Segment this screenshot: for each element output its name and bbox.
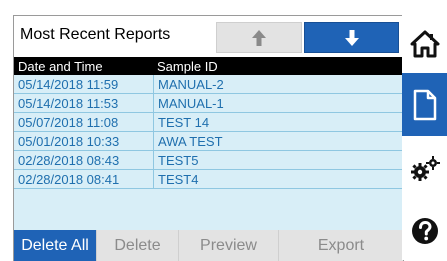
row-date: 05/01/2018 10:33: [18, 134, 120, 149]
row-sample-id: MANUAL-1: [158, 96, 224, 111]
export-button[interactable]: Export: [278, 230, 403, 261]
row-date: 02/28/2018 08:41: [18, 172, 120, 187]
sidebar-item-home[interactable]: [402, 15, 447, 73]
help-icon: [411, 217, 438, 244]
column-header-sample-id: Sample ID: [157, 59, 218, 74]
reports-table: 05/14/2018 11:59 MANUAL-2 05/14/2018 11:…: [14, 75, 403, 189]
arrow-down-icon: [344, 29, 359, 46]
column-header-date: Date and Time: [18, 59, 103, 74]
table-row[interactable]: 02/28/2018 08:43 TEST5: [14, 151, 403, 170]
action-bar: Delete All Delete Preview Export: [14, 230, 403, 261]
delete-all-button[interactable]: Delete All: [14, 230, 96, 261]
row-date: 05/07/2018 11:08: [18, 115, 119, 130]
page-title: Most Recent Reports: [20, 26, 171, 43]
preview-button[interactable]: Preview: [178, 230, 278, 261]
sidebar-item-settings[interactable]: [402, 136, 447, 201]
table-header: Date and Time Sample ID: [14, 57, 403, 75]
table-row[interactable]: 05/14/2018 11:53 MANUAL-1: [14, 94, 403, 113]
table-row[interactable]: 05/14/2018 11:59 MANUAL-2: [14, 75, 403, 94]
sidebar-item-help[interactable]: [402, 201, 447, 260]
gears-icon: [410, 155, 440, 181]
row-sample-id: AWA TEST: [158, 134, 223, 149]
scroll-down-button[interactable]: [304, 22, 399, 53]
column-divider: [153, 94, 154, 113]
document-icon: [413, 89, 436, 120]
sidebar: [402, 15, 447, 260]
column-divider: [153, 75, 154, 94]
table-row[interactable]: 05/07/2018 11:08 TEST 14: [14, 113, 403, 132]
table-empty-area: [14, 189, 403, 230]
column-divider: [153, 113, 154, 132]
row-sample-id: TEST 14: [158, 115, 210, 130]
row-sample-id: TEST4: [158, 172, 199, 187]
app-frame: Most Recent Reports Date and Time Sample…: [0, 0, 447, 261]
column-divider: [153, 151, 154, 170]
home-icon: [410, 30, 439, 58]
scroll-up-button[interactable]: [216, 22, 302, 53]
column-divider: [153, 132, 154, 151]
row-date: 05/14/2018 11:59: [18, 77, 119, 92]
panel-header: Most Recent Reports: [14, 16, 403, 57]
row-date: 05/14/2018 11:53: [18, 96, 119, 111]
row-date: 02/28/2018 08:43: [18, 153, 120, 168]
column-divider: [153, 170, 154, 189]
sidebar-item-reports[interactable]: [402, 73, 447, 136]
arrow-up-icon: [252, 29, 266, 46]
table-row[interactable]: 02/28/2018 08:41 TEST4: [14, 170, 403, 189]
delete-button[interactable]: Delete: [96, 230, 178, 261]
reports-panel: Most Recent Reports Date and Time Sample…: [13, 15, 404, 261]
row-sample-id: MANUAL-2: [158, 77, 224, 92]
row-sample-id: TEST5: [158, 153, 199, 168]
table-row[interactable]: 05/01/2018 10:33 AWA TEST: [14, 132, 403, 151]
